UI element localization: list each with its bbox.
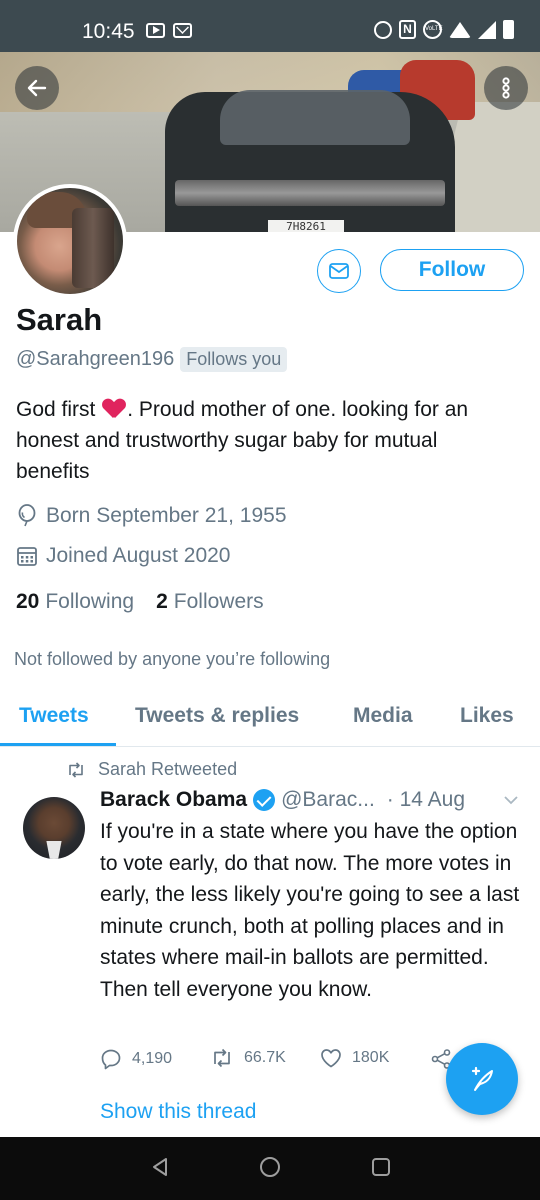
tweet-author-avatar[interactable] (23, 797, 85, 859)
envelope-icon (329, 263, 349, 279)
active-tab-indicator (0, 743, 116, 746)
more-options-button[interactable] (484, 66, 528, 110)
retweeted-by-text: Sarah Retweeted (98, 759, 238, 779)
arrow-left-icon (27, 79, 47, 97)
profile-tabs: Tweets Tweets & replies Media Likes (0, 690, 540, 747)
tweet-avatar-shirt (46, 841, 62, 859)
followers-stat[interactable]: 2 Followers (156, 590, 264, 614)
follows-you-badge: Follows you (180, 347, 288, 372)
retweet-context: Sarah Retweeted (66, 759, 237, 780)
gmail-notification-icon (173, 23, 192, 38)
tab-likes[interactable]: Likes (460, 704, 514, 728)
profile-avatar[interactable] (13, 184, 127, 298)
reply-action[interactable]: 4,190 (100, 1048, 172, 1070)
handle-row: @Sarahgreen196 Follows you (16, 347, 288, 372)
message-button[interactable] (317, 249, 361, 293)
alarm-icon (374, 20, 392, 39)
nav-recents-icon[interactable] (369, 1155, 393, 1179)
reply-icon (101, 1049, 121, 1070)
tweet-author-handle[interactable]: @Barac... (281, 788, 375, 812)
status-time: 10:45 (82, 20, 135, 43)
banner-license-plate: 7H8261 (268, 220, 344, 232)
banner-car-window (220, 90, 410, 145)
retweet-icon (214, 1048, 230, 1068)
nav-home-icon[interactable] (258, 1155, 282, 1179)
profile-handle: @Sarahgreen196 (16, 348, 175, 370)
youtube-notification-icon (146, 23, 165, 38)
tweet-author-name[interactable]: Barack Obama (100, 788, 247, 812)
tweet-actions: 4,190 66.7K 180K (100, 1048, 460, 1076)
like-action[interactable]: 180K (320, 1048, 389, 1068)
followers-count: 2 (156, 590, 168, 613)
nfc-icon: N (399, 20, 416, 39)
signal-icon (478, 20, 496, 39)
following-count: 20 (16, 590, 40, 613)
profile-display-name: Sarah (16, 302, 103, 337)
tweet-header: Barack Obama @Barac... · 14 Aug (100, 788, 524, 812)
like-count: 180K (352, 1049, 390, 1066)
show-thread-link[interactable]: Show this thread (100, 1100, 256, 1124)
followers-label: Followers (173, 590, 264, 613)
back-button[interactable] (15, 66, 59, 110)
android-navigation-bar (0, 1137, 540, 1200)
avatar-cup (72, 208, 114, 288)
verified-badge-icon (253, 789, 276, 811)
battery-icon (503, 20, 514, 39)
heart-outline-icon (321, 1049, 341, 1068)
retweet-icon (69, 761, 83, 778)
not-followed-notice: Not followed by anyone you’re following (14, 649, 331, 669)
bio-text-start: God first (16, 398, 96, 421)
nav-back-icon[interactable] (148, 1155, 172, 1179)
follow-button[interactable]: Follow (380, 249, 524, 291)
reply-count: 4,190 (132, 1050, 173, 1067)
retweet-count: 66.7K (244, 1049, 286, 1066)
more-vertical-icon (502, 77, 510, 99)
joined-row: Joined August 2020 (16, 544, 231, 568)
tab-tweets[interactable]: Tweets (19, 704, 89, 728)
status-bar: 10:45 N VoLTE (0, 0, 540, 52)
wifi-icon (449, 21, 471, 38)
volte-icon: VoLTE (423, 20, 443, 39)
birth-date: Born September 21, 1955 (46, 504, 287, 527)
retweet-action[interactable]: 66.7K (210, 1048, 286, 1068)
banner-car-grille (175, 180, 445, 206)
follow-stats: 20 Following 2 Followers (16, 590, 264, 614)
following-label: Following (45, 590, 135, 613)
compose-tweet-button[interactable] (446, 1043, 518, 1115)
balloon-icon (18, 504, 36, 527)
profile-bio: God first . Proud mother of one. looking… (16, 394, 516, 487)
tab-media[interactable]: Media (353, 704, 413, 728)
following-stat[interactable]: 20 Following (16, 590, 134, 614)
joined-date: Joined August 2020 (46, 544, 231, 567)
chevron-down-icon[interactable] (502, 791, 520, 809)
compose-feather-icon (471, 1066, 493, 1091)
notification-icons (146, 23, 192, 38)
calendar-icon (17, 547, 37, 566)
tweet-date: · 14 Aug (386, 788, 466, 811)
birthday-row: Born September 21, 1955 (16, 504, 287, 528)
tweet-text: If you're in a state where you have the … (100, 820, 520, 1001)
tab-tweets-replies[interactable]: Tweets & replies (135, 704, 299, 728)
red-heart-icon (103, 399, 125, 419)
system-status-icons: N VoLTE (374, 20, 514, 39)
